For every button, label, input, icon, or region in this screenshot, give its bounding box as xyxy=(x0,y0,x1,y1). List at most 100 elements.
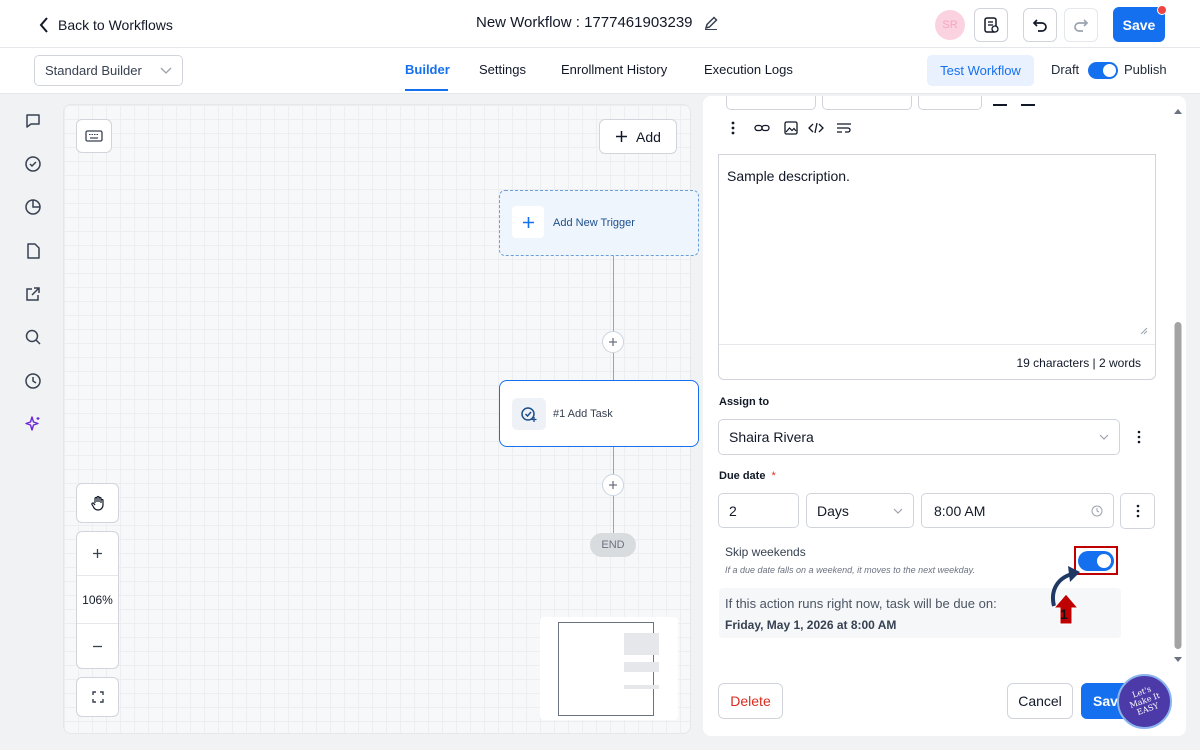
file-icon[interactable] xyxy=(22,240,44,262)
panel-scrollbar[interactable] xyxy=(1172,104,1184,670)
watermark-logo: Let's Make It EASY xyxy=(1117,674,1172,729)
back-to-workflows-link[interactable]: Back to Workflows xyxy=(38,14,173,36)
due-date-label-row: Due date * xyxy=(719,470,776,482)
assignee-select[interactable]: Shaira Rivera xyxy=(718,419,1120,455)
code-icon[interactable] xyxy=(808,122,824,134)
divider xyxy=(719,344,1155,345)
workflow-notes-button[interactable] xyxy=(974,8,1008,42)
cancel-button[interactable]: Cancel xyxy=(1007,683,1073,719)
active-tab-indicator xyxy=(405,89,448,91)
clock-icon xyxy=(1091,505,1103,517)
pan-mode-button[interactable] xyxy=(76,483,119,523)
image-icon[interactable] xyxy=(784,121,798,135)
builder-mode-select[interactable]: Standard Builder xyxy=(34,55,183,86)
tab-builder[interactable]: Builder xyxy=(405,62,450,77)
workflow-title-text: New Workflow : 1777461903239 xyxy=(476,14,693,31)
list-icon[interactable] xyxy=(1021,104,1035,106)
publish-label: Publish xyxy=(1124,62,1167,77)
tab-enrollment-history[interactable]: Enrollment History xyxy=(561,62,667,77)
trigger-label: Add New Trigger xyxy=(553,217,635,229)
connector-line xyxy=(613,496,614,533)
connector-line xyxy=(613,256,614,332)
insert-step-button[interactable] xyxy=(602,474,624,496)
more-vertical-icon xyxy=(1137,430,1141,444)
delete-button[interactable]: Delete xyxy=(718,683,783,719)
description-text: Sample description. xyxy=(727,168,850,184)
hand-icon xyxy=(90,495,106,511)
more-options-icon[interactable] xyxy=(730,120,736,136)
chevron-down-icon xyxy=(893,508,903,514)
due-preview-label: If this action runs right now, task will… xyxy=(725,596,997,611)
builder-mode-value: Standard Builder xyxy=(45,63,142,78)
minimap[interactable] xyxy=(540,617,678,720)
due-unit-select[interactable]: Days xyxy=(806,493,914,528)
watermark-text: Let's Make It EASY xyxy=(1127,684,1161,717)
history-icon[interactable] xyxy=(22,370,44,392)
task-check-icon xyxy=(512,398,546,430)
character-count: 19 characters | 2 words xyxy=(1016,356,1141,370)
document-icon xyxy=(982,16,1000,34)
minimap-node xyxy=(624,685,659,689)
toggle-knob xyxy=(1097,554,1111,568)
chevron-down-icon xyxy=(160,67,172,75)
insert-step-button[interactable] xyxy=(602,331,624,353)
tab-execution-logs[interactable]: Execution Logs xyxy=(704,62,793,77)
keyboard-icon xyxy=(85,130,103,142)
chat-icon[interactable] xyxy=(22,110,44,132)
tab-settings[interactable]: Settings xyxy=(479,62,526,77)
redo-button[interactable] xyxy=(1064,8,1098,42)
workflow-title: New Workflow : 1777461903239 xyxy=(476,14,719,31)
text-wrap-icon[interactable] xyxy=(836,122,852,134)
publish-toggle[interactable] xyxy=(1088,62,1118,79)
avatar[interactable]: SR xyxy=(935,10,965,40)
fit-view-button[interactable] xyxy=(76,677,119,717)
toolbar-select[interactable] xyxy=(726,96,816,110)
keyboard-shortcuts-button[interactable] xyxy=(76,119,112,153)
add-label: Add xyxy=(636,128,661,145)
task-node-label: #1 Add Task xyxy=(553,408,613,420)
zoom-out-button[interactable] xyxy=(77,624,118,668)
assignee-value: Shaira Rivera xyxy=(729,429,814,445)
fit-view-icon xyxy=(91,691,104,703)
due-time-input[interactable]: 8:00 AM xyxy=(921,493,1114,528)
list-icon[interactable] xyxy=(993,104,1007,106)
test-workflow-button[interactable]: Test Workflow xyxy=(927,55,1034,86)
skip-weekends-help: If a due date falls on a weekend, it mov… xyxy=(725,565,975,575)
due-amount-input[interactable]: 2 xyxy=(718,493,799,528)
due-unit-value: Days xyxy=(817,502,849,519)
connector-line xyxy=(613,447,614,474)
undo-icon xyxy=(1031,16,1049,34)
skip-weekends-title: Skip weekends xyxy=(725,545,806,559)
due-date-options-button[interactable] xyxy=(1120,493,1155,529)
plus-icon xyxy=(512,206,544,238)
draft-label: Draft xyxy=(1051,62,1080,77)
resize-handle-icon[interactable] xyxy=(1140,327,1148,335)
toolbar-select[interactable] xyxy=(822,96,912,110)
link-icon[interactable] xyxy=(754,122,770,134)
zoom-controls: 106% xyxy=(76,531,119,669)
due-date-label: Due date xyxy=(719,470,766,482)
search-icon[interactable] xyxy=(22,326,44,348)
chevron-left-icon xyxy=(38,17,50,33)
chevron-down-icon xyxy=(1099,434,1109,440)
sparkle-icon[interactable] xyxy=(22,413,44,435)
add-task-node[interactable]: #1 Add Task xyxy=(499,380,699,447)
minimap-node xyxy=(624,633,659,655)
pencil-icon[interactable] xyxy=(703,15,719,31)
due-time-value: 8:00 AM xyxy=(934,502,986,519)
undo-button[interactable] xyxy=(1023,8,1057,42)
description-editor[interactable]: Sample description. 19 characters | 2 wo… xyxy=(718,154,1156,380)
external-link-icon[interactable] xyxy=(22,283,44,305)
required-marker: * xyxy=(771,470,776,482)
redo-icon xyxy=(1072,16,1090,34)
assignee-options-button[interactable] xyxy=(1121,419,1156,455)
toolbar-select[interactable] xyxy=(918,96,982,110)
add-new-trigger-node[interactable]: Add New Trigger xyxy=(499,190,699,256)
back-label: Back to Workflows xyxy=(58,17,173,33)
add-node-button[interactable]: Add xyxy=(599,119,677,154)
zoom-in-button[interactable] xyxy=(77,532,118,576)
annotation-step-number: 1 xyxy=(1060,606,1068,622)
check-circle-icon[interactable] xyxy=(22,153,44,175)
due-preview-date: Friday, May 1, 2026 at 8:00 AM xyxy=(725,618,897,632)
pie-chart-icon[interactable] xyxy=(22,196,44,218)
